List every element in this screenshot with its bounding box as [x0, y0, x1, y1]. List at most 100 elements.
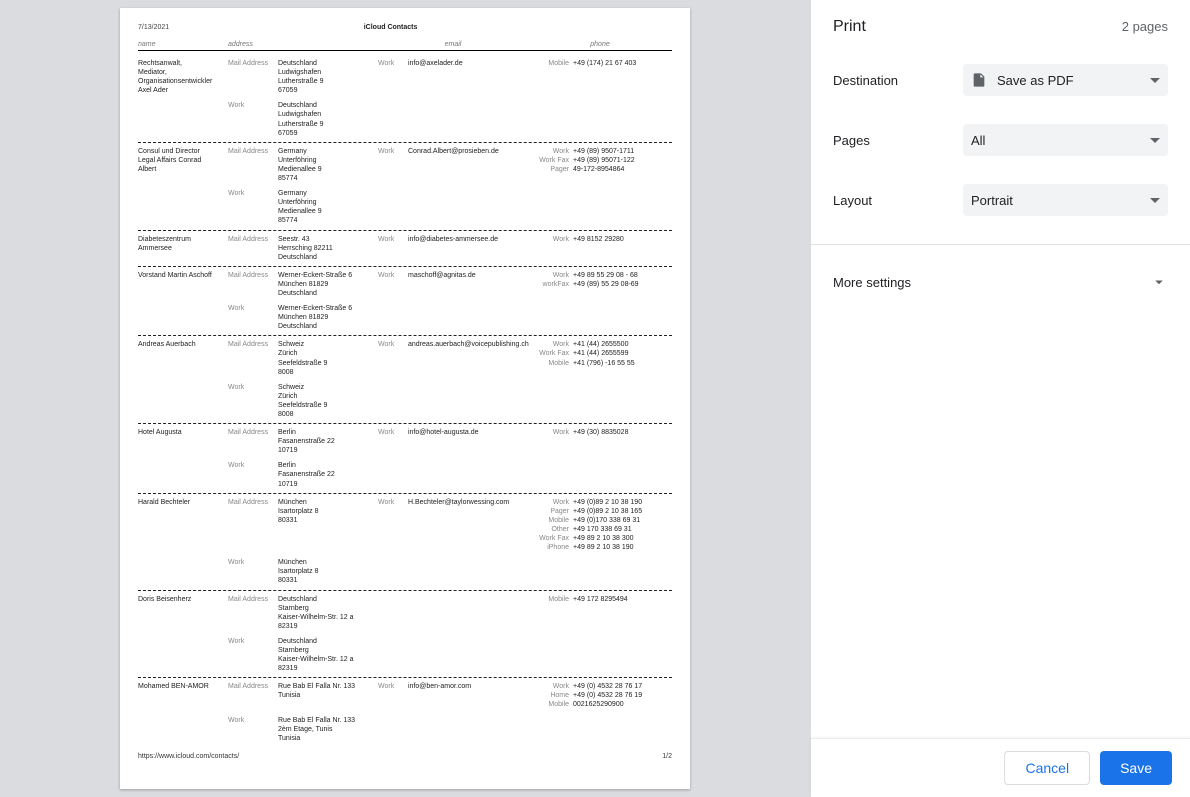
destination-label: Destination — [833, 73, 963, 88]
th-name: name — [138, 41, 228, 48]
phone-value: +49 (89) 9507-1711 — [573, 147, 672, 156]
phone-value: +49 (89) 95071-122 — [573, 156, 672, 165]
address-text: Schweiz Zürich Seefeldstraße 9 8008 — [278, 383, 378, 419]
phone-value: +41 (796) -16 55 55 — [573, 359, 672, 368]
email-label: Work — [378, 340, 408, 349]
email-text: andreas.auerbach@voicepublishing.ch — [408, 340, 528, 349]
contact-row: Vorstand Martin AschoffMail AddressWerne… — [138, 267, 672, 337]
phones-block: Mobile+49 (174) 21 67 403 — [528, 59, 672, 68]
phone-value: +49 89 2 10 38 300 — [573, 534, 672, 543]
address-label: Mail Address — [228, 682, 278, 691]
phone-label: Mobile — [528, 595, 573, 604]
email-text: maschoff@agnitas.de — [408, 271, 528, 280]
phone-value: +49 89 2 10 38 190 — [573, 543, 672, 552]
address-text: Deutschland Ludwigshafen Lutherstraße 9 … — [278, 59, 378, 95]
address-text: München Isartorplatz 8 80331 — [278, 558, 378, 585]
print-dialog: 7/13/2021 iCloud Contacts name address e… — [0, 0, 1190, 797]
address-text: München Isartorplatz 8 80331 — [278, 498, 378, 525]
email-label: Work — [378, 235, 408, 244]
pdf-icon — [971, 71, 987, 89]
pages-value: All — [971, 133, 1144, 148]
chevron-down-icon — [1150, 273, 1168, 291]
address-text: Rue Bab El Falla Nr. 133 2èm Etage, Tuni… — [278, 716, 378, 743]
phone-label: Mobile — [528, 59, 573, 68]
contact-name: Mohamed BEN-AMOR — [138, 682, 228, 691]
phone-label: Work — [528, 271, 573, 280]
divider — [811, 244, 1190, 245]
contact-row: Consul und Director Legal Affairs Conrad… — [138, 143, 672, 231]
email-text: Conrad.Albert@prosieben.de — [408, 147, 528, 156]
address-label: Work — [228, 716, 278, 725]
more-settings-label: More settings — [833, 275, 911, 290]
email-label: Work — [378, 271, 408, 280]
table-header-row: name address email phone — [138, 41, 672, 51]
phone-label: Pager — [528, 165, 573, 174]
contact-row: Harald BechtelerMail AddressMünchen Isar… — [138, 494, 672, 591]
email-label: Work — [378, 59, 408, 68]
destination-select[interactable]: Save as PDF — [963, 64, 1168, 96]
address-label: Work — [228, 101, 278, 110]
th-phone: phone — [528, 41, 672, 48]
contact-name: Andreas Auerbach — [138, 340, 228, 349]
cancel-button[interactable]: Cancel — [1004, 751, 1090, 785]
phones-block: Work+41 (44) 2655500Work Fax+41 (44) 265… — [528, 340, 672, 367]
th-address: address — [228, 41, 378, 48]
preview-page-1: 7/13/2021 iCloud Contacts name address e… — [120, 8, 690, 789]
contact-name: Harald Bechteler — [138, 498, 228, 507]
address-text: Rue Bab El Falla Nr. 133 Tunisia — [278, 682, 378, 700]
email-text: info@hotel-augusta.de — [408, 428, 528, 437]
contact-row: Mohamed BEN-AMORMail AddressRue Bab El F… — [138, 678, 672, 747]
print-options-panel: Print 2 pages Destination Save as PDF — [810, 0, 1190, 797]
option-layout: Layout Portrait — [833, 184, 1168, 216]
phone-value: 49-172-8954864 — [573, 165, 672, 174]
address-label: Mail Address — [228, 340, 278, 349]
email-text: info@axelader.de — [408, 59, 528, 68]
address-text: Berlin Fasanenstraße 22 10719 — [278, 461, 378, 488]
footer-page: 1/2 — [662, 753, 672, 760]
phone-label: Work Fax — [528, 156, 573, 165]
pages-select[interactable]: All — [963, 124, 1168, 156]
address-text: Germany Unterföhring Medienallee 9 85774 — [278, 189, 378, 225]
phones-block: Work+49 (89) 9507-1711Work Fax+49 (89) 9… — [528, 147, 672, 174]
layout-value: Portrait — [971, 193, 1144, 208]
page-title: iCloud Contacts — [169, 24, 612, 31]
phone-label: Work Fax — [528, 349, 573, 358]
save-button[interactable]: Save — [1100, 751, 1172, 785]
page-header: 7/13/2021 iCloud Contacts — [138, 24, 672, 31]
page-count: 2 pages — [1122, 19, 1168, 34]
address-text: Deutschland Ludwigshafen Lutherstraße 9 … — [278, 101, 378, 137]
address-text: Deutschland Starnberg Kaiser-Wilhelm-Str… — [278, 595, 378, 631]
page-footer: https://www.icloud.com/contacts/ 1/2 — [138, 753, 672, 760]
phone-label: Home — [528, 691, 573, 700]
address-label: Work — [228, 189, 278, 198]
address-text: Werner-Eckert-Straße 6 München 81829 Deu… — [278, 304, 378, 331]
option-pages: Pages All — [833, 124, 1168, 156]
phone-value: +41 (44) 2655500 — [573, 340, 672, 349]
phone-label: Other — [528, 525, 573, 534]
destination-value: Save as PDF — [997, 73, 1144, 88]
phone-value: +49 (0) 4532 28 76 19 — [573, 691, 672, 700]
phones-block: Work+49 (0)89 2 10 38 190Pager+49 (0)89 … — [528, 498, 672, 553]
phones-block: Work+49 (0) 4532 28 76 17Home+49 (0) 453… — [528, 682, 672, 709]
phone-label: Work — [528, 235, 573, 244]
phone-value: +49 (0)89 2 10 38 165 — [573, 507, 672, 516]
print-preview-pane[interactable]: 7/13/2021 iCloud Contacts name address e… — [0, 0, 810, 797]
email-label: Work — [378, 147, 408, 156]
layout-select[interactable]: Portrait — [963, 184, 1168, 216]
footer-url: https://www.icloud.com/contacts/ — [138, 753, 239, 760]
phones-block: Work+49 8152 29280 — [528, 235, 672, 244]
phones-block: Mobile+49 172 8295494 — [528, 595, 672, 604]
phone-value: +41 (44) 2655599 — [573, 349, 672, 358]
phone-value: +49 (0)89 2 10 38 190 — [573, 498, 672, 507]
email-text: info@diabetes-ammersee.de — [408, 235, 528, 244]
more-settings-toggle[interactable]: More settings — [833, 269, 1168, 295]
email-label: Work — [378, 682, 408, 691]
email-text: info@ben-amor.com — [408, 682, 528, 691]
address-label: Mail Address — [228, 498, 278, 507]
address-label: Work — [228, 637, 278, 646]
address-label: Mail Address — [228, 235, 278, 244]
address-label: Work — [228, 558, 278, 567]
contact-row: Rechtsanwalt, Mediator, Organisationsent… — [138, 55, 672, 143]
chevron-down-icon — [1150, 198, 1160, 203]
contact-row: Doris BeisenherzMail AddressDeutschland … — [138, 591, 672, 679]
